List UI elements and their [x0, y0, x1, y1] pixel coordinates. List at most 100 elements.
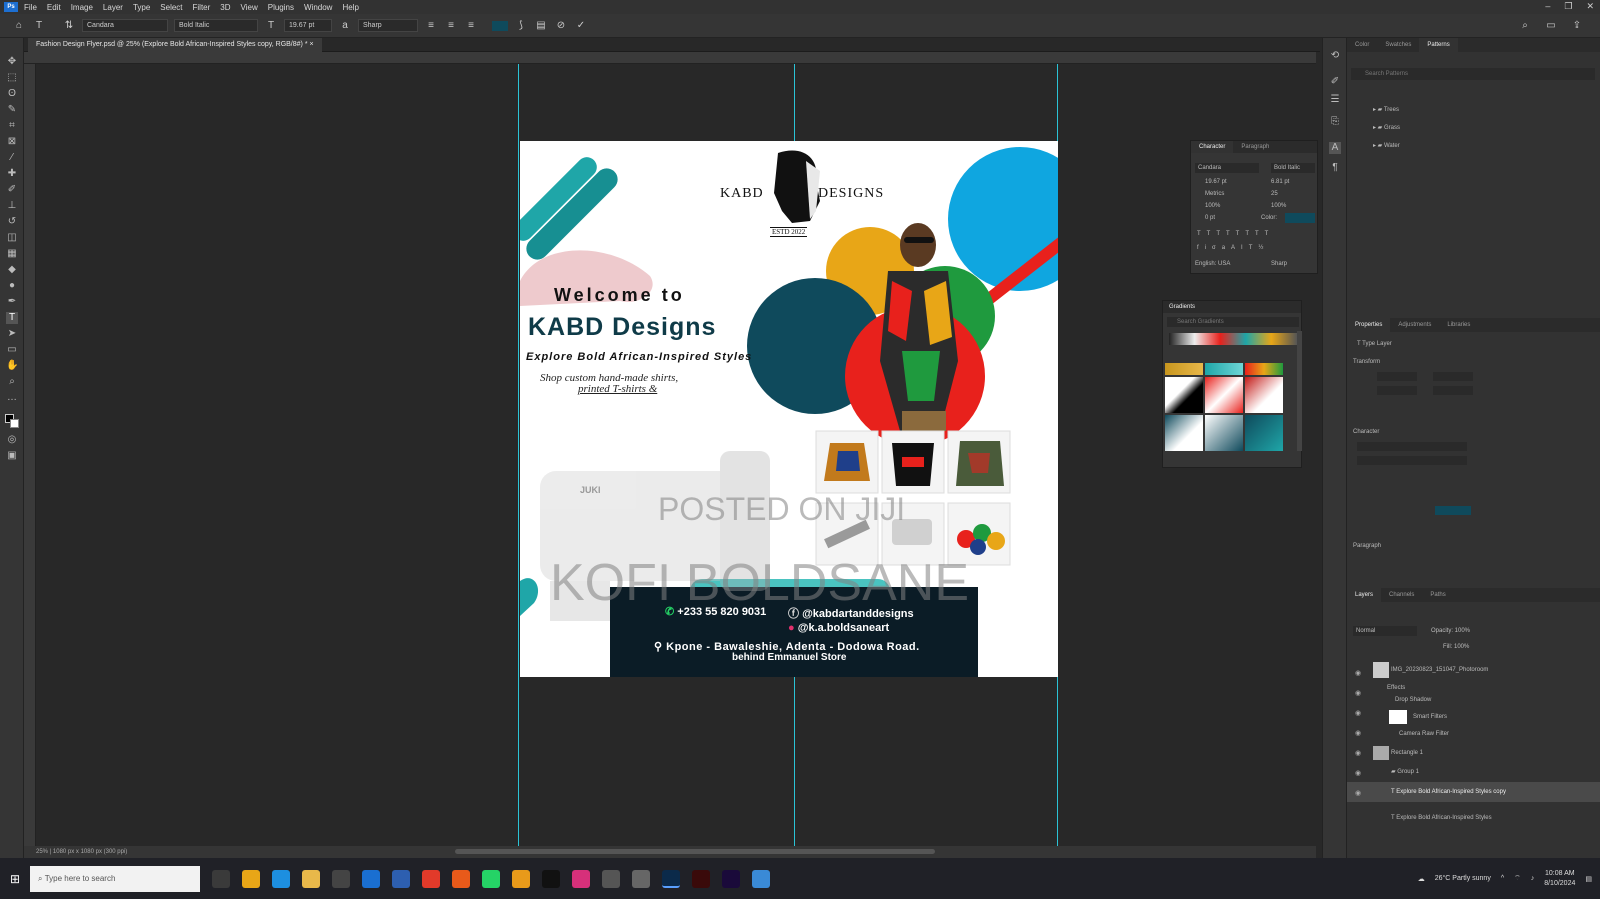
- char-antialias-select[interactable]: Sharp: [1271, 259, 1311, 269]
- vlc-icon[interactable]: [512, 869, 530, 888]
- tab-color[interactable]: Color: [1347, 42, 1377, 48]
- clone-panel-icon[interactable]: ⎘: [1329, 116, 1341, 128]
- edge-icon[interactable]: [272, 869, 290, 888]
- font-size-select[interactable]: 19.67 pt: [284, 19, 332, 32]
- char-tracking-field[interactable]: Metrics: [1195, 189, 1245, 199]
- document-tab[interactable]: Fashion Design Flyer.psd @ 25% (Explore …: [28, 38, 322, 52]
- layer-row-text[interactable]: T Explore Bold African-Inspired Styles: [1347, 808, 1600, 828]
- mail-icon[interactable]: [362, 869, 380, 888]
- adjust-panel-icon[interactable]: ☰: [1329, 94, 1341, 106]
- char-leading-field[interactable]: 6.81 pt: [1261, 177, 1311, 187]
- tray-chevron-icon[interactable]: ^: [1501, 875, 1504, 882]
- zoom-tool-icon[interactable]: ⌕: [6, 376, 18, 388]
- menu-file[interactable]: File: [24, 3, 37, 12]
- menu-image[interactable]: Image: [71, 3, 93, 12]
- photoshop-taskbar-icon[interactable]: [662, 869, 680, 888]
- layer-camera-raw[interactable]: Camera Raw Filter: [1347, 726, 1600, 742]
- more-tools-icon[interactable]: …: [6, 392, 18, 404]
- char-font-select[interactable]: Candara: [1195, 163, 1259, 173]
- align-center-icon[interactable]: ≡: [444, 19, 458, 33]
- frame-tool-icon[interactable]: ⊠: [6, 136, 18, 148]
- font-style-select[interactable]: Bold Italic: [174, 19, 258, 32]
- gradient-presets-row[interactable]: [1169, 333, 1297, 345]
- maximize-icon[interactable]: ❐: [1564, 1, 1572, 12]
- properties-transform-header[interactable]: Transform: [1347, 354, 1600, 370]
- shape-tool-icon[interactable]: ▭: [6, 344, 18, 356]
- pattern-group-water[interactable]: ▸ ▰ Water: [1347, 138, 1600, 154]
- menu-plugins[interactable]: Plugins: [268, 3, 294, 12]
- layer-group[interactable]: ▰ Group 1: [1347, 764, 1600, 780]
- firefox-icon[interactable]: [452, 869, 470, 888]
- char-size-field[interactable]: 19.67 pt: [1195, 177, 1245, 187]
- screen-mode-icon[interactable]: ▣: [6, 450, 18, 462]
- notepad-icon[interactable]: [632, 869, 650, 888]
- layer-drop-shadow[interactable]: Drop Shadow: [1347, 692, 1600, 708]
- close-icon[interactable]: ✕: [1586, 1, 1594, 12]
- pattern-group-trees[interactable]: ▸ ▰ Trees: [1347, 102, 1600, 118]
- whatsapp-icon[interactable]: [482, 869, 500, 888]
- settings-icon[interactable]: [602, 869, 620, 888]
- paragraph-panel-icon[interactable]: ¶: [1329, 162, 1341, 174]
- gradients-scrollbar[interactable]: [1297, 331, 1302, 451]
- task-view-icon[interactable]: [212, 869, 230, 888]
- horizontal-scrollbar[interactable]: [455, 849, 935, 854]
- properties-paragraph-header[interactable]: Paragraph: [1347, 538, 1600, 554]
- layers-blend-mode[interactable]: Normal: [1353, 626, 1417, 636]
- char-baseline-field[interactable]: 0 pt: [1195, 213, 1245, 223]
- eraser-tool-icon[interactable]: ◫: [6, 232, 18, 244]
- tab-swatches[interactable]: Swatches: [1377, 42, 1419, 48]
- pattern-group-grass[interactable]: ▸ ▰ Grass: [1347, 120, 1600, 136]
- align-right-icon[interactable]: ≡: [464, 19, 478, 33]
- gradient-navy[interactable]: [1245, 415, 1283, 451]
- char-language-select[interactable]: English: USA: [1195, 259, 1255, 269]
- type-tool-icon[interactable]: T: [6, 312, 18, 324]
- flyer-tagline-2[interactable]: printed T-shirts &: [578, 383, 657, 395]
- taskbar-search[interactable]: ⌕ Type here to search: [30, 865, 200, 892]
- minimize-icon[interactable]: –: [1545, 1, 1550, 12]
- menu-edit[interactable]: Edit: [47, 3, 61, 12]
- gradient-navy-white[interactable]: [1165, 415, 1203, 451]
- path-select-icon[interactable]: ➤: [6, 328, 18, 340]
- notifications-icon[interactable]: ▤: [1585, 875, 1592, 883]
- widgets-icon[interactable]: [242, 869, 260, 888]
- char-kern-field[interactable]: 25: [1261, 189, 1311, 199]
- home-icon[interactable]: ⌂: [12, 19, 26, 33]
- tab-character[interactable]: Character: [1191, 141, 1234, 153]
- tab-close-icon[interactable]: ×: [310, 41, 314, 48]
- layers-fill[interactable]: Fill: 100%: [1443, 642, 1503, 652]
- gradient-red-white[interactable]: [1205, 377, 1243, 413]
- commit-icon[interactable]: ✓: [574, 19, 588, 33]
- character-panel-icon[interactable]: ▤: [534, 19, 548, 33]
- menu-3d[interactable]: 3D: [220, 3, 230, 12]
- illustrator-icon[interactable]: [692, 869, 710, 888]
- gradient-red[interactable]: [1245, 377, 1283, 413]
- menu-type[interactable]: Type: [133, 3, 150, 12]
- menu-filter[interactable]: Filter: [193, 3, 211, 12]
- tab-patterns[interactable]: Patterns: [1419, 38, 1458, 52]
- pen-tool-icon[interactable]: ✒: [6, 296, 18, 308]
- premiere-icon[interactable]: [722, 869, 740, 888]
- workspace-icon[interactable]: ▭: [1544, 19, 1558, 33]
- font-family-select[interactable]: Candara: [82, 19, 168, 32]
- char-style-select[interactable]: Bold Italic: [1271, 163, 1315, 173]
- tab-channels[interactable]: Channels: [1381, 592, 1422, 598]
- canvas-area[interactable]: KABD DESIGNS ESTD 2022 Welcome to KABD D…: [36, 64, 1314, 846]
- eyedropper-tool-icon[interactable]: ⁄: [6, 152, 18, 164]
- weather-icon[interactable]: ☁: [1418, 875, 1425, 883]
- photoshop-logo-icon[interactable]: Ps: [4, 2, 18, 12]
- clone-stamp-icon[interactable]: ⊥: [6, 200, 18, 212]
- menu-layer[interactable]: Layer: [103, 3, 123, 12]
- brush-panel-icon[interactable]: ✐: [1329, 76, 1341, 88]
- patterns-search[interactable]: Search Patterns: [1351, 68, 1595, 80]
- history-panel-icon[interactable]: ⟲: [1329, 50, 1341, 62]
- chrome-icon[interactable]: [422, 869, 440, 888]
- menu-window[interactable]: Window: [304, 3, 332, 12]
- tiktok-icon[interactable]: [542, 869, 560, 888]
- gradient-teal[interactable]: [1205, 363, 1243, 375]
- weather-text[interactable]: 26°C Partly sunny: [1435, 875, 1491, 882]
- character-panel-icon[interactable]: A: [1329, 142, 1341, 154]
- instagram-icon[interactable]: [572, 869, 590, 888]
- char-hscale-field[interactable]: 100%: [1261, 201, 1311, 211]
- clock[interactable]: 10:08 AM 8/10/2024: [1544, 869, 1575, 889]
- gradients-search[interactable]: Search Gradients: [1167, 317, 1299, 327]
